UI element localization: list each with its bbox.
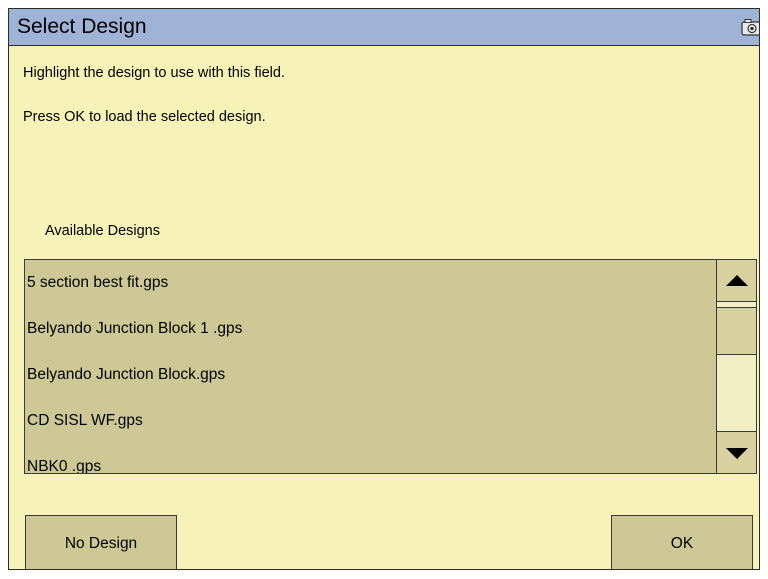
list-item[interactable]: Belyando Junction Block 1 .gps [25, 306, 715, 352]
designs-list[interactable]: 5 section best fit.gps Belyando Junction… [24, 259, 757, 474]
designs-scrollbar[interactable] [716, 260, 756, 473]
available-designs-label: Available Designs [45, 223, 160, 239]
designs-list-items: 5 section best fit.gps Belyando Junction… [25, 260, 715, 473]
select-design-dialog: Select Design Highlight the design to us… [8, 8, 760, 570]
arrow-up-icon [726, 275, 748, 286]
scroll-thumb[interactable] [717, 307, 756, 355]
instruction-highlight: Highlight the design to use with this fi… [23, 65, 285, 81]
title-bar: Select Design [9, 9, 759, 46]
scroll-up-button[interactable] [717, 260, 756, 302]
camera-icon[interactable] [741, 18, 760, 36]
dialog-title: Select Design [17, 15, 147, 38]
instruction-press-ok: Press OK to load the selected design. [23, 109, 266, 125]
ok-button[interactable]: OK [611, 515, 753, 569]
list-item[interactable]: CD SISL WF.gps [25, 398, 715, 444]
arrow-down-icon [726, 448, 748, 459]
list-item[interactable]: Belyando Junction Block.gps [25, 352, 715, 398]
no-design-button[interactable]: No Design [25, 515, 177, 569]
list-item[interactable]: 5 section best fit.gps [25, 260, 715, 306]
scroll-down-button[interactable] [717, 431, 756, 473]
list-item[interactable]: NBK0 .gps [25, 444, 715, 473]
